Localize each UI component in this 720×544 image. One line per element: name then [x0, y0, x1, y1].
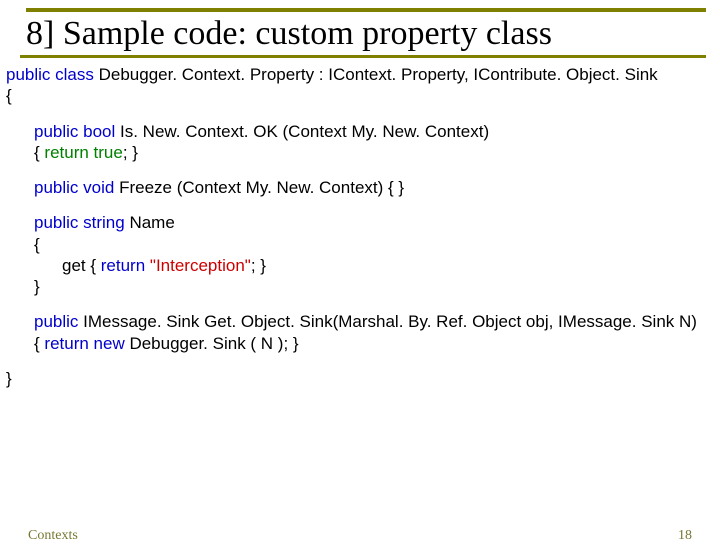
kw-public-bool: public bool: [34, 122, 120, 141]
close-brace: }: [34, 276, 714, 297]
title-top-rule: [26, 8, 706, 12]
prop-name: public string Name { get { return "Inter…: [6, 212, 714, 297]
string-literal: "Interception": [150, 256, 251, 275]
kw-return: return: [101, 256, 150, 275]
code-line: get { return "Interception"; }: [34, 255, 714, 276]
code-block: public class Debugger. Context. Property…: [0, 58, 720, 389]
code-line: public string Name: [34, 212, 714, 233]
class-sig: Debugger. Context. Property : IContext. …: [99, 65, 658, 84]
ctor-call: Debugger. Sink ( N );: [129, 334, 292, 353]
code-line: public IMessage. Sink Get. Object. Sink(…: [34, 311, 714, 332]
brace-open: {: [34, 143, 44, 162]
kw-public-string: public string: [34, 213, 129, 232]
kw-public: public: [34, 312, 83, 331]
method-getsink: public IMessage. Sink Get. Object. Sink(…: [6, 311, 714, 354]
code-line: public bool Is. New. Context. OK (Contex…: [34, 121, 714, 142]
method-freeze: public void Freeze (Context My. New. Con…: [6, 177, 714, 198]
footer-right: 18: [678, 528, 692, 544]
kw-return-true: return true: [44, 143, 122, 162]
kw-public-class: public class: [6, 65, 99, 84]
code-line: { return true; }: [34, 142, 714, 163]
open-brace: {: [34, 234, 714, 255]
kw-public-void: public void: [34, 178, 119, 197]
method-isnew: public bool Is. New. Context. OK (Contex…: [6, 121, 714, 164]
code-line: public void Freeze (Context My. New. Con…: [34, 177, 714, 198]
class-close-brace: }: [6, 368, 714, 389]
code-line: public class Debugger. Context. Property…: [6, 64, 714, 85]
brace-open: {: [34, 334, 44, 353]
code-line: { return new Debugger. Sink ( N ); }: [34, 333, 714, 354]
method-sig: Freeze (Context My. New. Context) { }: [119, 178, 404, 197]
footer-left: Contexts: [28, 528, 78, 544]
title-block: 8] Sample code: custom property class: [0, 0, 720, 58]
kw-return-new: return new: [44, 334, 129, 353]
brace-close: }: [293, 334, 299, 353]
brace-close: ; }: [123, 143, 138, 162]
method-sig: Is. New. Context. OK (Context My. New. C…: [120, 122, 489, 141]
prop-id: Name: [129, 213, 174, 232]
open-brace: {: [6, 85, 714, 106]
slide-title: 8] Sample code: custom property class: [20, 14, 706, 58]
method-sig: IMessage. Sink Get. Object. Sink(Marshal…: [83, 312, 697, 331]
class-decl: public class Debugger. Context. Property…: [6, 64, 714, 107]
get-close: ; }: [251, 256, 266, 275]
get-open: get {: [62, 256, 101, 275]
